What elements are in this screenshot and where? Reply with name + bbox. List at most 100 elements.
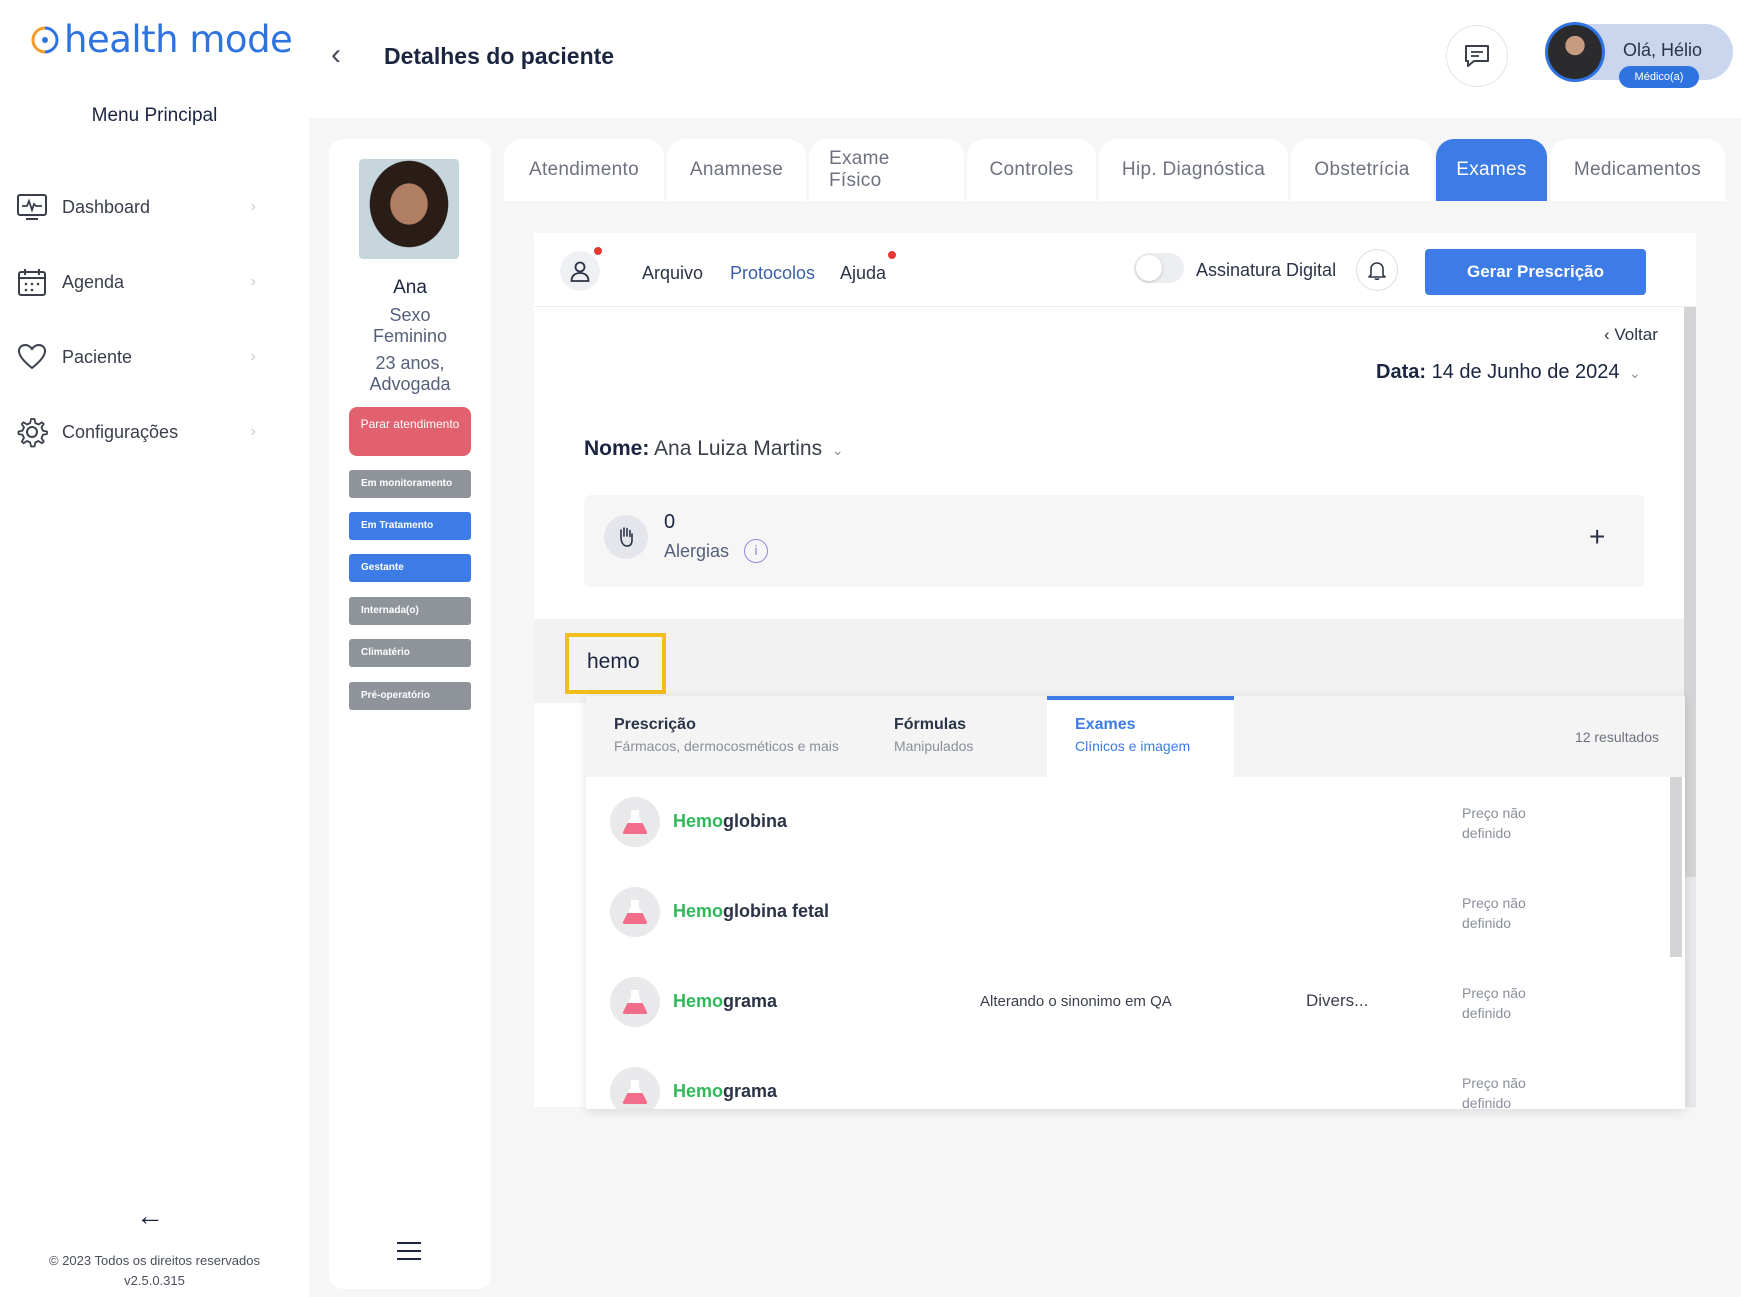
ajuda-link[interactable]: Ajuda	[840, 263, 886, 284]
result-category: Divers...	[1306, 991, 1369, 1010]
patient-sex-value: Feminino	[372, 326, 448, 346]
tag-em-tratamento[interactable]: Em Tratamento	[349, 512, 471, 540]
result-name: Hemograma	[673, 991, 777, 1012]
name-label: Nome:	[584, 437, 650, 460]
collapse-sidebar-arrow-icon[interactable]: ←	[136, 1200, 164, 1232]
tag-internada[interactable]: Internada(o)	[349, 597, 471, 625]
user-avatar[interactable]	[1545, 22, 1605, 82]
flask-icon	[610, 1067, 660, 1109]
sidebar-item-label: Dashboard	[62, 196, 151, 217]
result-name: Hemoglobina	[673, 811, 787, 832]
health-mode-logo[interactable]: health mode	[30, 18, 293, 61]
section-tabs: Atendimento Anamnese Exame Físico Contro…	[504, 139, 1728, 201]
patient-card: Ana Sexo Feminino 23 anos, Advogada Para…	[329, 139, 491, 1289]
result-name-match: Hemo	[673, 901, 724, 921]
date-label: Data:	[1376, 361, 1427, 383]
results-scrollbar[interactable]	[1670, 777, 1682, 957]
exam-search-input[interactable]: hemo	[565, 633, 666, 694]
panel-scrollbar-thumb[interactable]	[1684, 307, 1696, 877]
result-name: Hemoglobina fetal	[673, 901, 829, 922]
notification-dot	[594, 247, 602, 255]
sidebar-item-paciente[interactable]: Paciente ›	[16, 337, 256, 377]
tag-climaterio[interactable]: Climatério	[349, 639, 471, 667]
profile-button[interactable]	[560, 251, 600, 291]
date-selector[interactable]: Data: 14 de Junho de 2024 ⌄	[1376, 361, 1641, 384]
result-name-match: Hemo	[673, 1081, 724, 1101]
patient-name-selector[interactable]: Nome: Ana Luiza Martins ⌄	[584, 437, 844, 461]
result-price: Preço não definido	[1462, 895, 1526, 931]
info-icon[interactable]: i	[744, 539, 768, 563]
result-item[interactable]: Hemoglobina fetal Preço não definido	[586, 867, 1666, 957]
chevron-down-icon: ⌄	[1625, 365, 1641, 381]
result-item[interactable]: Hemograma Preço não definido	[586, 1047, 1666, 1109]
sidebar-item-configuracoes[interactable]: Configurações ›	[16, 412, 256, 452]
result-synonym: Alterando o sinonimo em QA	[980, 993, 1172, 1010]
sidebar-item-agenda[interactable]: Agenda ›	[16, 262, 256, 302]
back-chevron-icon[interactable]: ‹	[331, 38, 341, 72]
chevron-right-icon: ›	[250, 423, 256, 440]
digital-signature-toggle[interactable]	[1134, 253, 1184, 283]
gear-icon	[16, 416, 48, 448]
sidebar-item-dashboard[interactable]: Dashboard ›	[16, 187, 256, 227]
heart-icon	[16, 341, 48, 373]
tab-atendimento[interactable]: Atendimento	[504, 139, 664, 201]
arquivo-link[interactable]: Arquivo	[642, 263, 703, 284]
tag-em-monitoramento[interactable]: Em monitoramento	[349, 470, 471, 498]
flask-icon	[610, 887, 660, 937]
tab-controles[interactable]: Controles	[967, 139, 1096, 201]
sidebar: health mode Menu Principal Dashboard › A…	[0, 0, 309, 1297]
tab-exames[interactable]: Exames	[1436, 139, 1547, 201]
patient-name: Ana	[393, 277, 427, 298]
panel-toolbar: Arquivo Protocolos Ajuda Assinatura Digi…	[534, 233, 1696, 307]
result-item[interactable]: Hemograma Alterando o sinonimo em QA Div…	[586, 957, 1666, 1047]
date-value: 14 de Junho de 2024	[1431, 361, 1620, 383]
tab-medicamentos[interactable]: Medicamentos	[1550, 139, 1725, 201]
monitor-icon	[16, 191, 48, 223]
stop-attendance-button[interactable]: Parar atendimento	[349, 407, 471, 456]
patient-photo	[359, 159, 459, 259]
tag-gestante[interactable]: Gestante	[349, 554, 471, 582]
allergies-box: 0 Alergias i +	[584, 495, 1644, 587]
voltar-link[interactable]: ‹ Voltar	[1604, 325, 1658, 345]
result-name-rest: globina fetal	[723, 901, 830, 921]
sidebar-item-label: Paciente	[62, 346, 133, 367]
hamburger-menu-icon[interactable]	[397, 1242, 421, 1266]
chevron-right-icon: ›	[250, 348, 256, 365]
user-greeting: Olá, Hélio	[1623, 40, 1703, 60]
tab-exame-fisico[interactable]: Exame Físico	[809, 139, 964, 201]
chat-button[interactable]	[1446, 25, 1508, 87]
sidebar-item-label: Configurações	[62, 421, 179, 442]
bell-icon	[1368, 262, 1386, 281]
menu-title: Menu Principal	[91, 105, 218, 126]
tab-obstetricia[interactable]: Obstetrícia	[1291, 139, 1433, 201]
generate-prescription-button[interactable]: Gerar Prescrição	[1425, 249, 1646, 295]
protocolos-link[interactable]: Protocolos	[730, 263, 815, 284]
result-price: Preço não definido	[1462, 1075, 1526, 1109]
result-name-rest: grama	[723, 1081, 778, 1101]
results-tab-prescricao[interactable]: Prescrição Fármacos, dermocosméticos e m…	[586, 696, 867, 777]
hand-stop-icon	[604, 515, 648, 559]
result-price: Preço não definido	[1462, 805, 1526, 841]
search-zone: hemo	[534, 619, 1684, 703]
tab-hip-diagnostica[interactable]: Hip. Diagnóstica	[1099, 139, 1288, 201]
result-item[interactable]: Hemoglobina Preço não definido	[586, 777, 1666, 867]
notifications-button[interactable]	[1356, 249, 1398, 291]
results-tab-exames[interactable]: Exames Clínicos e imagem	[1047, 696, 1234, 777]
chevron-left-icon: ‹	[1604, 325, 1615, 344]
results-tab-formulas[interactable]: Fórmulas Manipulados	[866, 696, 1034, 777]
logo-mark-icon	[31, 26, 59, 53]
flask-icon	[610, 797, 660, 847]
chevron-right-icon: ›	[250, 273, 256, 290]
result-name-match: Hemo	[673, 991, 724, 1011]
copyright-text: © 2023 Todos os direitos reservados	[49, 1253, 260, 1268]
results-tab-subtitle: Manipulados	[894, 738, 974, 754]
chevron-right-icon: ›	[250, 198, 256, 215]
tab-anamnese[interactable]: Anamnese	[667, 139, 806, 201]
role-badge: Médico(a)	[1619, 66, 1699, 88]
add-allergy-button[interactable]: +	[1589, 521, 1605, 553]
results-tab-subtitle: Fármacos, dermocosméticos e mais	[614, 738, 839, 754]
allergy-count: 0	[664, 511, 676, 533]
tag-pre-operatorio[interactable]: Pré-operatório	[349, 682, 471, 710]
chat-icon	[1465, 45, 1489, 67]
flask-icon	[610, 977, 660, 1027]
